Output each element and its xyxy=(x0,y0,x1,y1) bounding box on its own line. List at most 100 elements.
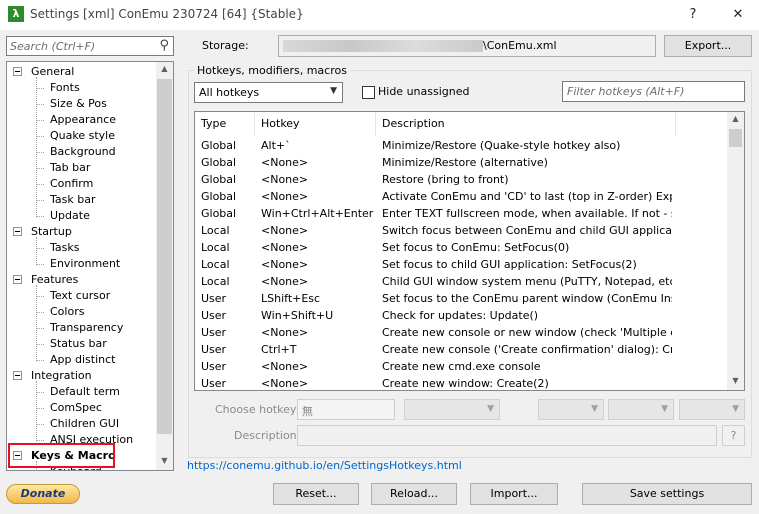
cell-description: Activate ConEmu and 'CD' to last (top in… xyxy=(382,190,672,203)
key-combo[interactable]: ▼ xyxy=(404,399,500,420)
modifier-2-combo[interactable]: ▼ xyxy=(608,399,674,420)
settings-tree[interactable]: ▲ ▼ General Fonts Size & Pos Appearance Quak… xyxy=(6,61,174,471)
close-button[interactable]: ✕ xyxy=(726,4,750,26)
table-scrollbar[interactable]: ▲ ▼ xyxy=(727,112,744,390)
search-input[interactable]: Search (Ctrl+F) ⚲ xyxy=(6,36,174,56)
tree-item-fonts[interactable]: Fonts xyxy=(50,80,80,96)
tree-connector xyxy=(36,200,44,201)
collapse-toggle-icon[interactable] xyxy=(13,371,22,380)
tree-item-default-term[interactable]: Default term xyxy=(50,384,120,400)
choose-hotkey-value: 無 xyxy=(302,405,313,418)
scroll-up-arrow-icon[interactable]: ▲ xyxy=(727,114,744,123)
tree-scrollbar[interactable]: ▲ ▼ xyxy=(156,62,173,470)
table-row[interactable]: Global <None> Activate ConEmu and 'CD' to … xyxy=(195,188,728,205)
scroll-down-arrow-icon[interactable]: ▼ xyxy=(156,456,173,465)
column-header-description[interactable]: Description xyxy=(376,112,676,136)
table-row[interactable]: User Ctrl+T Create new console ('Create co… xyxy=(195,341,728,358)
reload-button[interactable]: Reload... xyxy=(371,483,457,505)
filter-hotkeys-input[interactable]: Filter hotkeys (Alt+F) xyxy=(562,81,745,102)
tree-connector xyxy=(36,77,37,217)
choose-hotkey-field[interactable]: 無 xyxy=(297,399,395,420)
description-field[interactable] xyxy=(297,425,717,446)
tree-item-children-gui[interactable]: Children GUI xyxy=(50,416,119,432)
tree-connector xyxy=(36,248,44,249)
tree-item-features[interactable]: Features xyxy=(31,272,78,288)
table-row[interactable]: Global <None> Restore (bring to front) xyxy=(195,171,728,188)
tree-item-text-cursor[interactable]: Text cursor xyxy=(50,288,110,304)
cell-description: Minimize/Restore (alternative) xyxy=(382,156,548,169)
table-row[interactable]: Global Win+Ctrl+Alt+Enter Enter TEXT fulls… xyxy=(195,205,728,222)
cell-hotkey: <None> xyxy=(261,224,309,237)
cell-type: User xyxy=(201,292,227,305)
column-header-hotkey[interactable]: Hotkey xyxy=(255,112,376,136)
table-row[interactable]: Global <None> Minimize/Restore (alternativ… xyxy=(195,154,728,171)
table-row[interactable]: Local <None> Child GUI window system menu … xyxy=(195,273,728,290)
help-button[interactable]: ? xyxy=(681,4,705,26)
hide-unassigned-checkbox[interactable] xyxy=(362,86,375,99)
tree-item-background[interactable]: Background xyxy=(50,144,116,160)
table-row[interactable]: User Win+Shift+U Check for updates: Update… xyxy=(195,307,728,324)
hotkeys-table[interactable]: Type Hotkey Description ▲ ▼ Global Alt+` M… xyxy=(194,111,745,391)
cell-hotkey: Alt+` xyxy=(261,139,291,152)
tree-connector xyxy=(36,392,44,393)
cell-hotkey: Win+Ctrl+Alt+Enter xyxy=(261,207,374,220)
tree-item-general[interactable]: General xyxy=(31,64,74,80)
table-row[interactable]: Global Alt+` Minimize/Restore (Quake-style… xyxy=(195,137,728,154)
hotkey-filter-combo[interactable]: All hotkeys ▼ xyxy=(194,82,343,103)
table-row[interactable]: User <None> Create new console or new wind… xyxy=(195,324,728,341)
collapse-toggle-icon[interactable] xyxy=(13,227,22,236)
description-help-button[interactable]: ? xyxy=(722,425,745,446)
tree-item-confirm[interactable]: Confirm xyxy=(50,176,93,192)
cell-description: Restore (bring to front) xyxy=(382,173,509,186)
cell-type: Global xyxy=(201,156,237,169)
modifier-1-combo[interactable]: ▼ xyxy=(538,399,604,420)
cell-description: Create new console ('Create confirmation… xyxy=(382,343,672,356)
hide-unassigned-label[interactable]: Hide unassigned xyxy=(378,85,469,98)
tree-item-status-bar[interactable]: Status bar xyxy=(50,336,107,352)
import-button[interactable]: Import... xyxy=(470,483,558,505)
table-row[interactable]: User <None> Create new window: Create(2) xyxy=(195,375,728,390)
tree-item-startup[interactable]: Startup xyxy=(31,224,72,240)
tree-item-integration[interactable]: Integration xyxy=(31,368,92,384)
combo-value: All hotkeys xyxy=(199,86,260,99)
tree-item-app-distinct[interactable]: App distinct xyxy=(50,352,115,368)
storage-label: Storage: xyxy=(202,39,249,52)
tree-item-task-bar[interactable]: Task bar xyxy=(50,192,95,208)
tree-item-tasks[interactable]: Tasks xyxy=(50,240,79,256)
tree-item-comspec[interactable]: ComSpec xyxy=(50,400,102,416)
title-bar: λ Settings [xml] ConEmu 230724 [64] {Sta… xyxy=(0,0,759,30)
export-button[interactable]: Export... xyxy=(664,35,752,57)
tree-scroll-thumb[interactable] xyxy=(157,79,172,434)
scroll-down-arrow-icon[interactable]: ▼ xyxy=(727,376,744,385)
save-settings-button[interactable]: Save settings xyxy=(582,483,752,505)
reset-button[interactable]: Reset... xyxy=(273,483,359,505)
tree-item-update[interactable]: Update xyxy=(50,208,90,224)
collapse-toggle-icon[interactable] xyxy=(13,67,22,76)
cell-hotkey: Win+Shift+U xyxy=(261,309,334,322)
tree-connector xyxy=(36,120,44,121)
table-row[interactable]: User LShift+Esc Set focus to the ConEmu pa… xyxy=(195,290,728,307)
table-row[interactable]: Local <None> Set focus to child GUI applic… xyxy=(195,256,728,273)
tree-connector xyxy=(36,296,44,297)
tree-connector xyxy=(36,360,44,361)
scroll-up-arrow-icon[interactable]: ▲ xyxy=(156,64,173,73)
table-scroll-thumb[interactable] xyxy=(729,129,742,147)
table-row[interactable]: User <None> Create new cmd.exe console xyxy=(195,358,728,375)
cell-hotkey: <None> xyxy=(261,156,309,169)
tree-item-appearance[interactable]: Appearance xyxy=(50,112,116,128)
help-link[interactable]: https://conemu.github.io/en/SettingsHotk… xyxy=(187,459,462,472)
table-row[interactable]: Local <None> Set focus to ConEmu: SetFocus… xyxy=(195,239,728,256)
tree-item-colors[interactable]: Colors xyxy=(50,304,84,320)
collapse-toggle-icon[interactable] xyxy=(13,275,22,284)
tree-item-quake-style[interactable]: Quake style xyxy=(50,128,115,144)
tree-item-tab-bar[interactable]: Tab bar xyxy=(50,160,90,176)
tree-item-size-pos[interactable]: Size & Pos xyxy=(50,96,107,112)
donate-button[interactable]: Donate xyxy=(6,484,80,504)
cell-type: Local xyxy=(201,258,230,271)
modifier-3-combo[interactable]: ▼ xyxy=(679,399,745,420)
tree-item-environment[interactable]: Environment xyxy=(50,256,120,272)
search-icon[interactable]: ⚲ xyxy=(159,38,169,53)
tree-item-transparency[interactable]: Transparency xyxy=(50,320,123,336)
table-row[interactable]: Local <None> Switch focus between ConEmu a… xyxy=(195,222,728,239)
column-header-type[interactable]: Type xyxy=(195,112,255,136)
